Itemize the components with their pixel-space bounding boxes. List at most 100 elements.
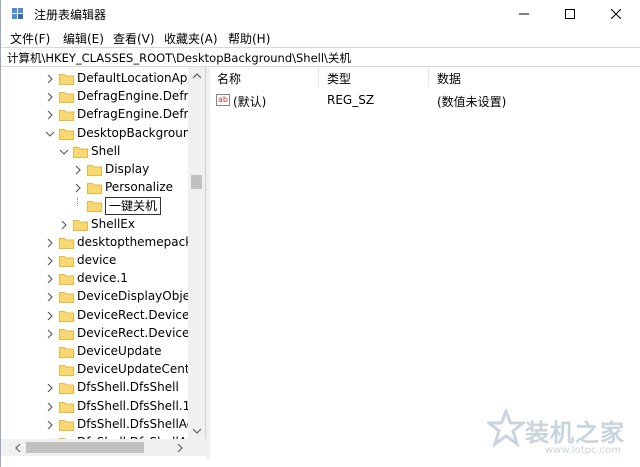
close-button[interactable]: [593, 0, 639, 27]
tree-item-label: DefragEngine.Defrag: [77, 89, 204, 104]
tree-item-label: DeviceRect.DeviceRec: [77, 325, 206, 340]
tree-item[interactable]: device: [1, 252, 191, 270]
tree-vertical-scrollbar[interactable]: [188, 67, 205, 439]
folder-icon: [59, 274, 74, 286]
scroll-right-button[interactable]: [171, 439, 188, 456]
chevron-down-icon: [192, 428, 201, 434]
chevron-down-icon[interactable]: [45, 128, 55, 140]
tree-item-label: DeviceDisplayObject: [77, 289, 202, 304]
scroll-left-button[interactable]: [9, 439, 26, 456]
chevron-right-icon[interactable]: [45, 401, 55, 413]
chevron-right-icon[interactable]: [73, 164, 83, 176]
tree-item-label: DeviceUpdateCenter: [77, 362, 202, 377]
tree-item[interactable]: DeviceRect.DeviceRec: [1, 307, 205, 325]
column-header-type[interactable]: 类型: [327, 70, 351, 87]
tree-horizontal-scrollbar[interactable]: [1, 439, 206, 456]
tree-item-label: DesktopBackground: [77, 125, 199, 140]
tree-item[interactable]: 一键关机: [1, 197, 191, 216]
chevron-right-icon[interactable]: [45, 255, 55, 267]
tree-item[interactable]: DefragEngine.Defrag: [1, 88, 203, 106]
folder-icon: [59, 74, 74, 85]
chevron-right-icon[interactable]: [45, 382, 55, 394]
watermark-url: www.lotpc.com: [545, 445, 621, 456]
folder-icon: [59, 128, 74, 140]
folder-icon: [59, 383, 74, 395]
folder-icon: [87, 183, 102, 195]
chevron-down-icon[interactable]: [59, 146, 69, 158]
scroll-up-button[interactable]: [188, 67, 205, 84]
folder-icon: [59, 256, 74, 267]
chevron-right-icon[interactable]: [45, 273, 55, 285]
tree-item[interactable]: DefaultLocationApi.1: [1, 70, 202, 88]
tree-item[interactable]: Personalize: [1, 179, 191, 197]
chevron-up-icon: [192, 72, 201, 78]
menu-help[interactable]: 帮助(H): [228, 30, 270, 47]
tree-item[interactable]: DefragEngine.Defrag: [1, 106, 203, 124]
menu-file[interactable]: 文件(F): [10, 30, 50, 47]
menu-edit[interactable]: 编辑(E): [63, 30, 104, 47]
column-header-data[interactable]: 数据: [437, 70, 461, 87]
value-row[interactable]: ab (默认) REG_SZ (数值未设置): [210, 91, 640, 109]
tree-item[interactable]: DeviceDisplayObject: [1, 288, 201, 306]
menu-favorites[interactable]: 收藏夹(A): [164, 30, 218, 47]
chevron-right-icon[interactable]: [45, 328, 55, 340]
tree-item-label: device: [77, 253, 117, 267]
tree-item[interactable]: DeviceUpdateCenter: [1, 361, 202, 379]
column-header-name[interactable]: 名称: [217, 70, 241, 87]
folder-icon: [87, 201, 102, 213]
star-logo-icon: [487, 409, 525, 447]
watermark: 装机之家 www.lotpc.com: [487, 405, 637, 463]
folder-icon: [73, 219, 88, 231]
folder-icon: [59, 328, 74, 340]
chevron-right-icon[interactable]: [45, 419, 55, 431]
tree-item[interactable]: DeviceUpdate: [1, 343, 191, 361]
chevron-right-icon[interactable]: [45, 109, 55, 121]
tree-item-label: DefragEngine.Defrag: [77, 107, 204, 122]
watermark-text: 装机之家: [525, 419, 625, 447]
tree-item[interactable]: desktopthemepackfil: [1, 234, 203, 252]
tree-item[interactable]: device.1: [1, 270, 191, 288]
regedit-window: 注册表编辑器 文件(F) 编辑(E) 查看(V) 收藏夹(A) 帮助(H) 计算…: [0, 0, 640, 467]
value-name: (默认): [233, 95, 267, 109]
tree-item-rename-input[interactable]: 一键关机: [105, 197, 162, 216]
title-bar[interactable]: 注册表编辑器: [1, 0, 640, 27]
tree-item[interactable]: Display: [1, 161, 191, 179]
tree-item-label: Display: [105, 162, 150, 176]
tree-item-label: Personalize: [105, 180, 174, 195]
maximize-button[interactable]: [547, 0, 593, 27]
scroll-thumb[interactable]: [191, 175, 202, 189]
address-bar[interactable]: 计算机\HKEY_CLASSES_ROOT\DesktopBackground\…: [1, 47, 640, 67]
horizontal-scroll-thumb[interactable]: [26, 442, 144, 453]
tree-item[interactable]: DfsShell.DfsShell.1: [1, 398, 191, 416]
column-separator[interactable]: [428, 67, 429, 87]
chevron-right-icon[interactable]: [59, 219, 69, 231]
close-icon: [611, 8, 621, 19]
minimize-button[interactable]: [501, 0, 547, 27]
folder-icon: [59, 347, 74, 358]
key-tree-pane[interactable]: DefaultLocationApi.1 DefragEngine.Defrag D…: [1, 67, 206, 449]
window-title: 注册表编辑器: [34, 8, 107, 22]
chevron-right-icon[interactable]: [45, 73, 55, 85]
chevron-right-icon[interactable]: [45, 237, 55, 249]
string-value-icon: ab: [216, 94, 230, 106]
tree-item-label: desktopthemepackfil: [77, 234, 204, 249]
address-path[interactable]: 计算机\HKEY_CLASSES_ROOT\DesktopBackground\…: [7, 50, 351, 66]
column-separator[interactable]: [318, 67, 319, 87]
tree-item[interactable]: DfsShell.DfsShell: [1, 379, 191, 397]
folder-icon: [59, 237, 74, 249]
scroll-down-button[interactable]: [188, 422, 205, 439]
tree-item[interactable]: DesktopBackground: [1, 125, 198, 143]
folder-icon: [59, 419, 74, 431]
chevron-right-icon[interactable]: [73, 182, 83, 194]
tree-item[interactable]: ShellEx: [1, 216, 191, 234]
tree-item[interactable]: DfsShell.DfsShellAdm: [1, 416, 205, 434]
values-list-pane[interactable]: 名称 类型 数据 ab (默认) REG_SZ (数值未设置): [210, 67, 640, 459]
folder-icon: [59, 365, 74, 377]
chevron-right-icon[interactable]: [45, 291, 55, 303]
chevron-right-icon[interactable]: [45, 310, 55, 322]
tree-item-label: DeviceUpdate: [77, 344, 162, 358]
menu-view[interactable]: 查看(V): [113, 30, 155, 47]
chevron-right-icon[interactable]: [45, 91, 55, 103]
tree-item[interactable]: Shell: [1, 143, 191, 161]
tree-item[interactable]: DeviceRect.DeviceRec: [1, 325, 205, 343]
